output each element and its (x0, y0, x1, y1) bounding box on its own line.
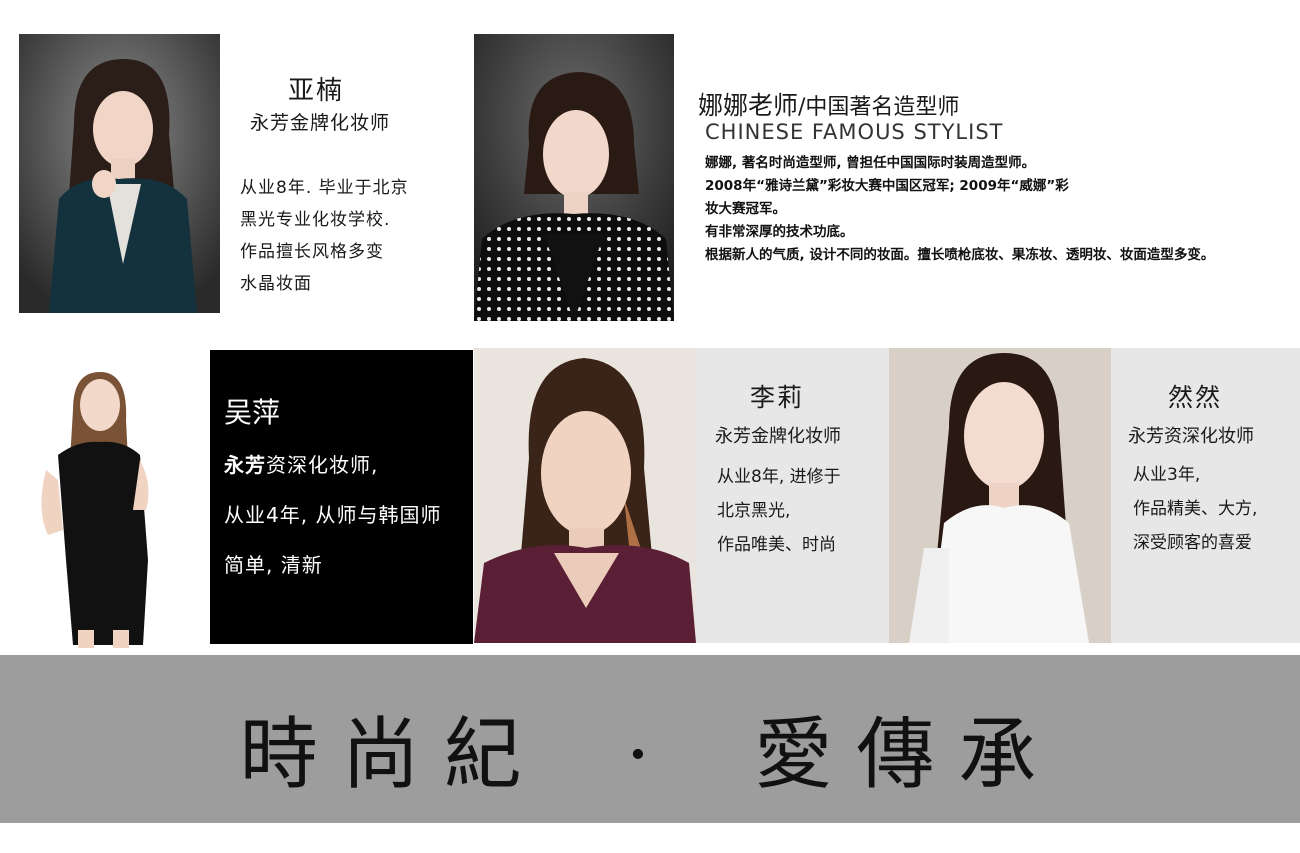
wu-ping-title-brand: 永芳 (224, 453, 266, 477)
slogan-text: 時尚紀 · 愛傳承 (0, 692, 1300, 804)
portrait-li-li (474, 348, 696, 643)
ya-nan-name: 亚楠 (288, 76, 345, 106)
ya-nan-line: 作品擅长风格多变 (240, 242, 384, 262)
wu-ping-name: 吴萍 (224, 396, 281, 429)
ran-ran-line: 深受顾客的喜爱 (1133, 533, 1252, 553)
li-li-line: 从业8年, 进修于 (717, 467, 841, 487)
slogan-right: 愛傳承 (754, 710, 1061, 800)
slogan-separator: · (625, 710, 675, 800)
ran-ran-name: 然然 (1168, 383, 1223, 412)
na-na-line: 娜娜, 著名时尚造型师, 曾担任中国国际时装周造型师。 (705, 155, 1036, 171)
ya-nan-line: 从业8年. 毕业于北京 (240, 178, 409, 198)
portrait-na-na (474, 34, 674, 321)
na-na-line: 根据新人的气质, 设计不同的妆面。擅长喷枪底妆、果冻妆、透明妆、妆面造型多变。 (705, 247, 1215, 263)
portrait-ya-nan (19, 34, 220, 313)
ran-ran-title: 永芳资深化妆师 (1128, 426, 1254, 447)
na-na-line: 2008年“雅诗兰黛”彩妆大赛中国区冠军; 2009年“威娜”彩 (705, 178, 1069, 194)
na-na-name-main: 娜娜老师 (698, 91, 799, 120)
li-li-line: 北京黑光, (717, 501, 791, 521)
ran-ran-line: 作品精美、大方, (1133, 499, 1258, 519)
na-na-description: 娜娜, 著名时尚造型师, 曾担任中国国际时装周造型师。 2008年“雅诗兰黛”彩… (705, 152, 1214, 267)
wu-ping-line: 从业4年, 从师与韩国师 (224, 503, 442, 527)
portrait-ran-ran (889, 348, 1111, 643)
wu-ping-description: 永芳资深化妆师, 从业4年, 从师与韩国师 简单, 清新 (224, 440, 441, 590)
ya-nan-title: 永芳金牌化妆师 (250, 112, 391, 134)
li-li-description: 从业8年, 进修于 北京黑光, 作品唯美、时尚 (717, 460, 841, 562)
ran-ran-description: 从业3年, 作品精美、大方, 深受顾客的喜爱 (1133, 458, 1257, 560)
li-li-title: 永芳金牌化妆师 (715, 426, 841, 447)
na-na-line: 有非常深厚的技术功底。 (705, 224, 854, 240)
na-na-name: 娜娜老师/中国著名造型师 (698, 86, 959, 122)
slogan-left: 時尚紀 (239, 710, 546, 800)
ran-ran-line: 从业3年, (1133, 465, 1201, 485)
wu-ping-line: 简单, 清新 (224, 553, 323, 577)
portrait-wu-ping (18, 360, 158, 650)
wu-ping-title-rest: 资深化妆师, (266, 453, 379, 477)
li-li-name: 李莉 (750, 383, 805, 412)
na-na-subtitle: CHINESE FAMOUS STYLIST (705, 120, 1004, 144)
na-na-name-suffix: /中国著名造型师 (798, 95, 960, 120)
li-li-line: 作品唯美、时尚 (717, 535, 836, 555)
na-na-line: 妆大赛冠军。 (705, 201, 786, 217)
ya-nan-line: 水晶妆面 (240, 274, 312, 294)
ya-nan-line: 黑光专业化妆学校. (240, 210, 391, 230)
ya-nan-description: 从业8年. 毕业于北京 黑光专业化妆学校. 作品擅长风格多变 水晶妆面 (240, 172, 409, 300)
wu-ping-title: 永芳资深化妆师, (224, 440, 441, 490)
